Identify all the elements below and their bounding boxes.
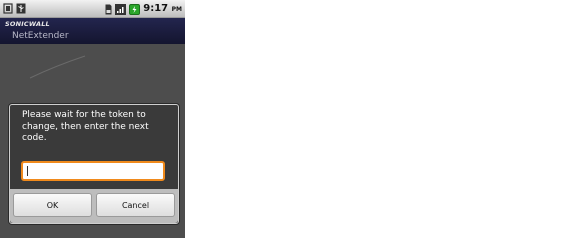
cancel-button[interactable]: Cancel [96,193,175,217]
dialog-button-bar: OK Cancel [10,189,178,223]
status-clock: 9:17 PM [143,2,182,16]
status-bar: 9:17 PM [0,0,185,18]
usb-debug-icon [3,3,13,14]
ok-button[interactable]: OK [13,193,92,217]
token-code-input[interactable] [21,161,165,181]
phone-screen: 9:17 PM SONICWALL NetExtender Please wai… [0,0,185,238]
app-title: NetExtender [12,31,69,41]
app-header: SONICWALL NetExtender [0,18,185,44]
sd-card-icon [105,4,112,15]
clock-time: 9:17 [143,3,169,14]
background-decor-line [29,55,86,79]
text-cursor [27,166,28,176]
usb-icon [16,3,26,14]
battery-charging-icon [129,3,141,15]
brand-logo: SONICWALL [5,20,50,28]
dialog-message: Please wait for the token to change, the… [22,110,149,143]
signal-icon [115,3,127,15]
clock-ampm: PM [171,6,182,13]
token-dialog: Please wait for the token to change, the… [9,104,179,224]
